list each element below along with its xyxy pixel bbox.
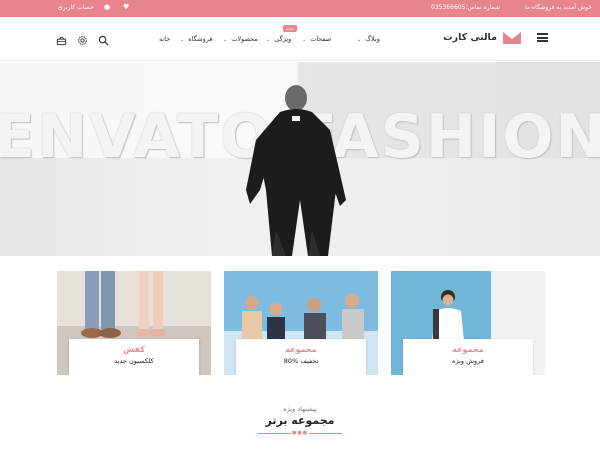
category-card-special-sale[interactable]: مجموعه فروش ویژه [391, 271, 545, 375]
nav-label: فروشگاه [188, 35, 213, 43]
card-title: مجموعه [285, 345, 317, 354]
card-title: کفش [123, 345, 145, 354]
category-card-shoes[interactable]: کفش کلکسیون جدید [57, 271, 211, 375]
chevron-down-icon: ⌄ [180, 37, 185, 43]
basket-icon[interactable] [56, 35, 67, 46]
category-card-discount[interactable]: مجموعه 80% تخفیف [224, 271, 378, 375]
nav-item-features[interactable]: ⌄ ویژگی [266, 35, 291, 43]
chevron-down-icon: ⌄ [302, 37, 307, 43]
nav-label: صفحات [310, 35, 332, 43]
nav-label: خانه [159, 35, 171, 43]
main-header: مالتی کارت جدید ⌄ وبلاگ ⌄ صفحات ⌄ ویژگی ⌄ مح… [0, 17, 600, 61]
card-title: مجموعه [452, 345, 484, 354]
hero-banner[interactable]: ENVATO FASHION [0, 62, 600, 256]
chevron-down-icon: ⌄ [57, 3, 63, 10]
featured-title: مجموعه برتر [265, 414, 335, 427]
welcome-text: خوش آمدید به فروشگاه ما [525, 4, 592, 11]
user-icon: ● [104, 3, 111, 11]
phone-number: شماره تماس:035366605 [431, 4, 500, 11]
featured-subtitle: پیشنهاد ویژه [283, 405, 317, 413]
logo-icon[interactable] [503, 32, 521, 44]
account-link[interactable]: حساب کاربری [58, 4, 94, 11]
nav-item-blog[interactable]: ⌄ وبلاگ [357, 35, 380, 43]
card-subtitle: کلکسیون جدید [114, 357, 154, 365]
chevron-down-icon: ⌄ [223, 37, 228, 43]
nav-item-products[interactable]: ⌄ محصولات [223, 35, 258, 43]
chevron-down-icon: ⌄ [266, 37, 271, 43]
nav-item-shop[interactable]: ⌄ فروشگاه [180, 35, 212, 43]
hero-model-image [246, 85, 346, 256]
nav-item-home[interactable]: خانه [159, 35, 170, 43]
nav-label: محصولات [231, 35, 258, 43]
nav-item-pages[interactable]: ⌄ صفحات [302, 35, 331, 43]
heart-icon[interactable]: ♥ [123, 3, 129, 11]
card-subtitle: 80% تخفیف [283, 357, 319, 365]
new-badge: جدید [283, 25, 297, 32]
nav-label: وبلاگ [365, 35, 380, 43]
menu-icon[interactable] [537, 33, 548, 42]
gear-icon[interactable] [77, 35, 88, 46]
nav-label: ویژگی [274, 35, 292, 43]
card-label-box: مجموعه 80% تخفیف [236, 339, 366, 375]
card-label-box: کفش کلکسیون جدید [69, 339, 199, 375]
chevron-down-icon: ⌄ [357, 37, 362, 43]
card-label-box: مجموعه فروش ویژه [403, 339, 533, 375]
card-subtitle: فروش ویژه [452, 357, 484, 365]
top-bar: خوش آمدید به فروشگاه ما شماره تماس:03536… [0, 0, 600, 17]
search-icon[interactable] [98, 35, 109, 46]
divider-dots-icon: ●●● [291, 430, 309, 436]
logo-text[interactable]: مالتی کارت [443, 32, 497, 43]
